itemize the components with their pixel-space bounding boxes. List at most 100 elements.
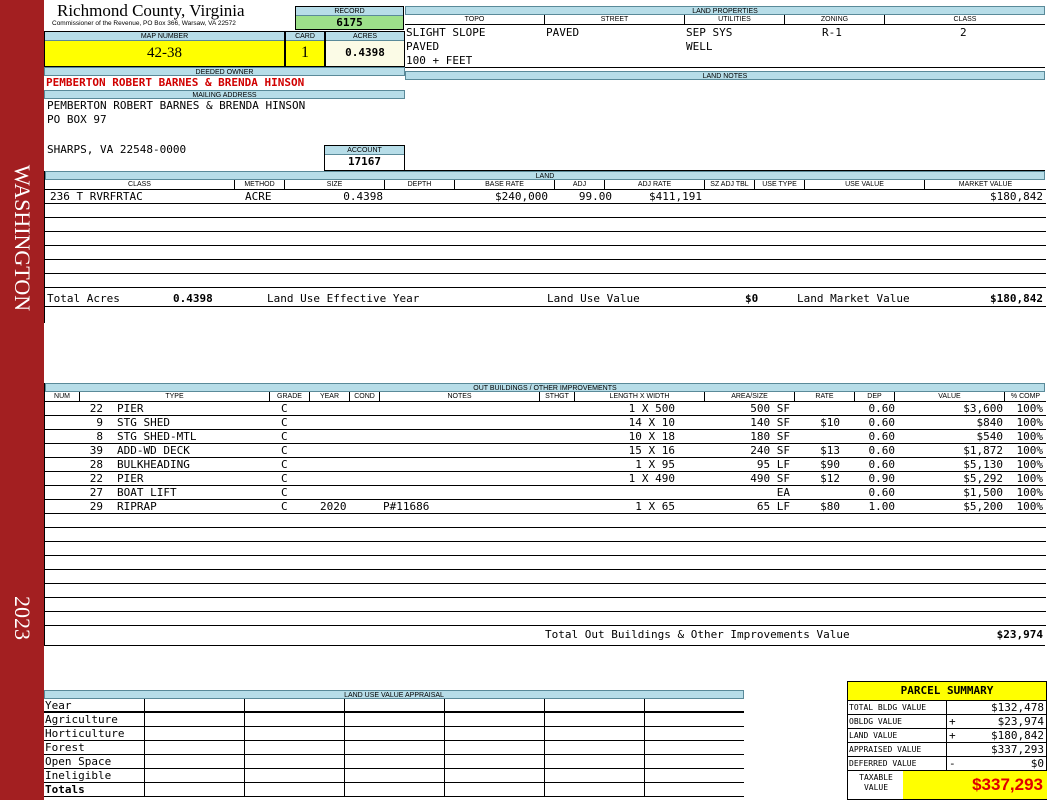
ob-value: $1,872 bbox=[963, 444, 1003, 457]
record-box: RECORD 6175 bbox=[295, 6, 404, 30]
outbuilding-row bbox=[45, 528, 1046, 542]
summary-sign: + bbox=[949, 715, 956, 728]
ob-area: 500 SF bbox=[750, 402, 790, 415]
ob-col-area: AREA/SIZE bbox=[705, 392, 795, 402]
outbuilding-row: 28 BULKHEADING C 1 X 95 95 LF $90 0.60 $5,130 10… bbox=[45, 458, 1046, 472]
outbuildings-total-label: Total Out Buildings & Other Improvements… bbox=[545, 628, 850, 641]
ob-notes: P#11686 bbox=[383, 500, 430, 513]
ob-rate: $13 bbox=[820, 444, 840, 457]
land-col-adj: ADJ bbox=[555, 180, 605, 190]
ob-grade: C bbox=[281, 472, 288, 485]
ob-comp: 100% bbox=[1016, 486, 1044, 499]
ob-type: STG SHED bbox=[117, 416, 170, 429]
summary-value: $23,974 bbox=[997, 715, 1044, 728]
county-title: Richmond County, Virginia bbox=[57, 1, 245, 20]
grid-line bbox=[544, 755, 545, 769]
acres-box: ACRES 0.4398 bbox=[325, 31, 405, 67]
grid-line bbox=[344, 769, 345, 783]
ob-dep: 0.60 bbox=[868, 402, 896, 415]
grid-line bbox=[644, 769, 645, 783]
ob-area: 65 LF bbox=[756, 500, 790, 513]
ob-area: 240 SF bbox=[750, 444, 790, 457]
grid-line bbox=[444, 769, 445, 783]
land-use-appraisal-title: LAND USE VALUE APPRAISAL bbox=[44, 690, 744, 699]
summary-sign: - bbox=[949, 757, 956, 770]
owner-section: DEEDED OWNER PEMBERTON ROBERT BARNES & B… bbox=[44, 67, 405, 171]
land-columns: CLASS METHOD SIZE DEPTH BASE RATE ADJ AD… bbox=[45, 180, 1046, 190]
ob-type: ADD-WD DECK bbox=[117, 444, 190, 457]
outbuilding-row bbox=[45, 514, 1046, 528]
land-adj-rate: $411,191 bbox=[649, 190, 702, 203]
grid-line bbox=[144, 713, 145, 727]
side-band: WASHINGTON 2023 bbox=[0, 0, 44, 800]
ob-dep: 0.60 bbox=[868, 416, 896, 429]
acres-value: 0.4398 bbox=[345, 46, 385, 59]
card-number: 1 bbox=[301, 44, 309, 61]
grid-line bbox=[544, 713, 545, 727]
outbuilding-row: 27 BOAT LIFT C EA 0.60 $1,500 100% bbox=[45, 486, 1046, 500]
land-col-use-value: USE VALUE bbox=[805, 180, 925, 190]
ob-grade: C bbox=[281, 458, 288, 471]
land-method: ACRE bbox=[245, 190, 272, 203]
ob-dep: 0.60 bbox=[868, 430, 896, 443]
record-label: RECORD bbox=[296, 7, 403, 16]
summary-value: $132,478 bbox=[991, 701, 1044, 714]
land-use-value-label: Land Use Value bbox=[547, 292, 640, 305]
land-use-appraisal: LAND USE VALUE APPRAISAL Year Agriculture… bbox=[44, 690, 744, 800]
ob-col-type: TYPE bbox=[80, 392, 270, 402]
county-header: Richmond County, Virginia Commissioner o… bbox=[44, 0, 294, 30]
land-properties-title: LAND PROPERTIES bbox=[405, 6, 1045, 15]
ob-col-grade: GRADE bbox=[270, 392, 310, 402]
map-box: MAP NUMBER 42-38 bbox=[44, 31, 285, 67]
ob-num: 39 bbox=[89, 444, 103, 457]
grid-line bbox=[544, 699, 545, 713]
ob-type: STG SHED-MTL bbox=[117, 430, 197, 443]
land-market-label: Land Market Value bbox=[797, 292, 910, 305]
ob-area: 140 SF bbox=[750, 416, 790, 429]
grid-line bbox=[244, 741, 245, 755]
total-acres: 0.4398 bbox=[173, 292, 213, 305]
land-market-total: $180,842 bbox=[990, 292, 1043, 305]
grid-line bbox=[144, 755, 145, 769]
land-use-row: Open Space bbox=[44, 755, 744, 769]
land-col-size: SIZE bbox=[285, 180, 385, 190]
street-value: PAVED bbox=[546, 26, 580, 39]
ob-col-year: YEAR bbox=[310, 392, 350, 402]
ob-rate: $12 bbox=[820, 472, 840, 485]
land-use-row-label: Horticulture bbox=[45, 727, 125, 740]
land-row: 236 T RVRFRTAC ACRE 0.4398 $240,000 99.0… bbox=[45, 190, 1046, 204]
outbuilding-row bbox=[45, 570, 1046, 584]
summary-label: OBLDG VALUE bbox=[849, 717, 902, 726]
grid-line bbox=[244, 727, 245, 741]
ob-area: 490 SF bbox=[750, 472, 790, 485]
taxable-value: $337,293 bbox=[903, 771, 1047, 799]
grid-line bbox=[444, 755, 445, 769]
grid-line bbox=[444, 783, 445, 797]
taxable-label: TAXABLE VALUE bbox=[859, 773, 893, 792]
ob-area: 95 LF bbox=[756, 458, 790, 471]
ob-comp: 100% bbox=[1016, 416, 1044, 429]
deeded-owner: PEMBERTON ROBERT BARNES & BRENDA HINSON bbox=[46, 76, 305, 89]
outbuilding-row: 22 PIER C 1 X 500 500 SF 0.60 $3,600 100% bbox=[45, 402, 1046, 416]
land-use-row-label: Agriculture bbox=[45, 713, 118, 726]
grid-line bbox=[144, 783, 145, 797]
ob-lw: 1 X 95 bbox=[635, 458, 675, 471]
grid-line bbox=[144, 727, 145, 741]
ob-value: $5,200 bbox=[963, 500, 1003, 513]
ob-rate: $90 bbox=[820, 458, 840, 471]
land-market-value: $180,842 bbox=[990, 190, 1043, 203]
land-title: LAND bbox=[45, 171, 1045, 180]
summary-sign: + bbox=[949, 729, 956, 742]
summary-row: LAND VALUE + $180,842 bbox=[848, 729, 1046, 743]
ob-num: 27 bbox=[89, 486, 103, 499]
summary-rows: TOTAL BLDG VALUE $132,478 OBLDG VALUE + $23,… bbox=[848, 701, 1046, 771]
grid-line bbox=[144, 741, 145, 755]
ob-dep: 0.60 bbox=[868, 444, 896, 457]
land-size: 0.4398 bbox=[343, 190, 383, 203]
mailing-address-label: MAILING ADDRESS bbox=[44, 90, 405, 99]
utilities-2: WELL bbox=[686, 40, 713, 53]
summary-label: TOTAL BLDG VALUE bbox=[849, 703, 927, 712]
outbuilding-row: 8 STG SHED-MTL C 10 X 18 180 SF 0.60 $540 100% bbox=[45, 430, 1046, 444]
land-col-market-value: MARKET VALUE bbox=[925, 180, 1046, 190]
ob-comp: 100% bbox=[1016, 444, 1044, 457]
